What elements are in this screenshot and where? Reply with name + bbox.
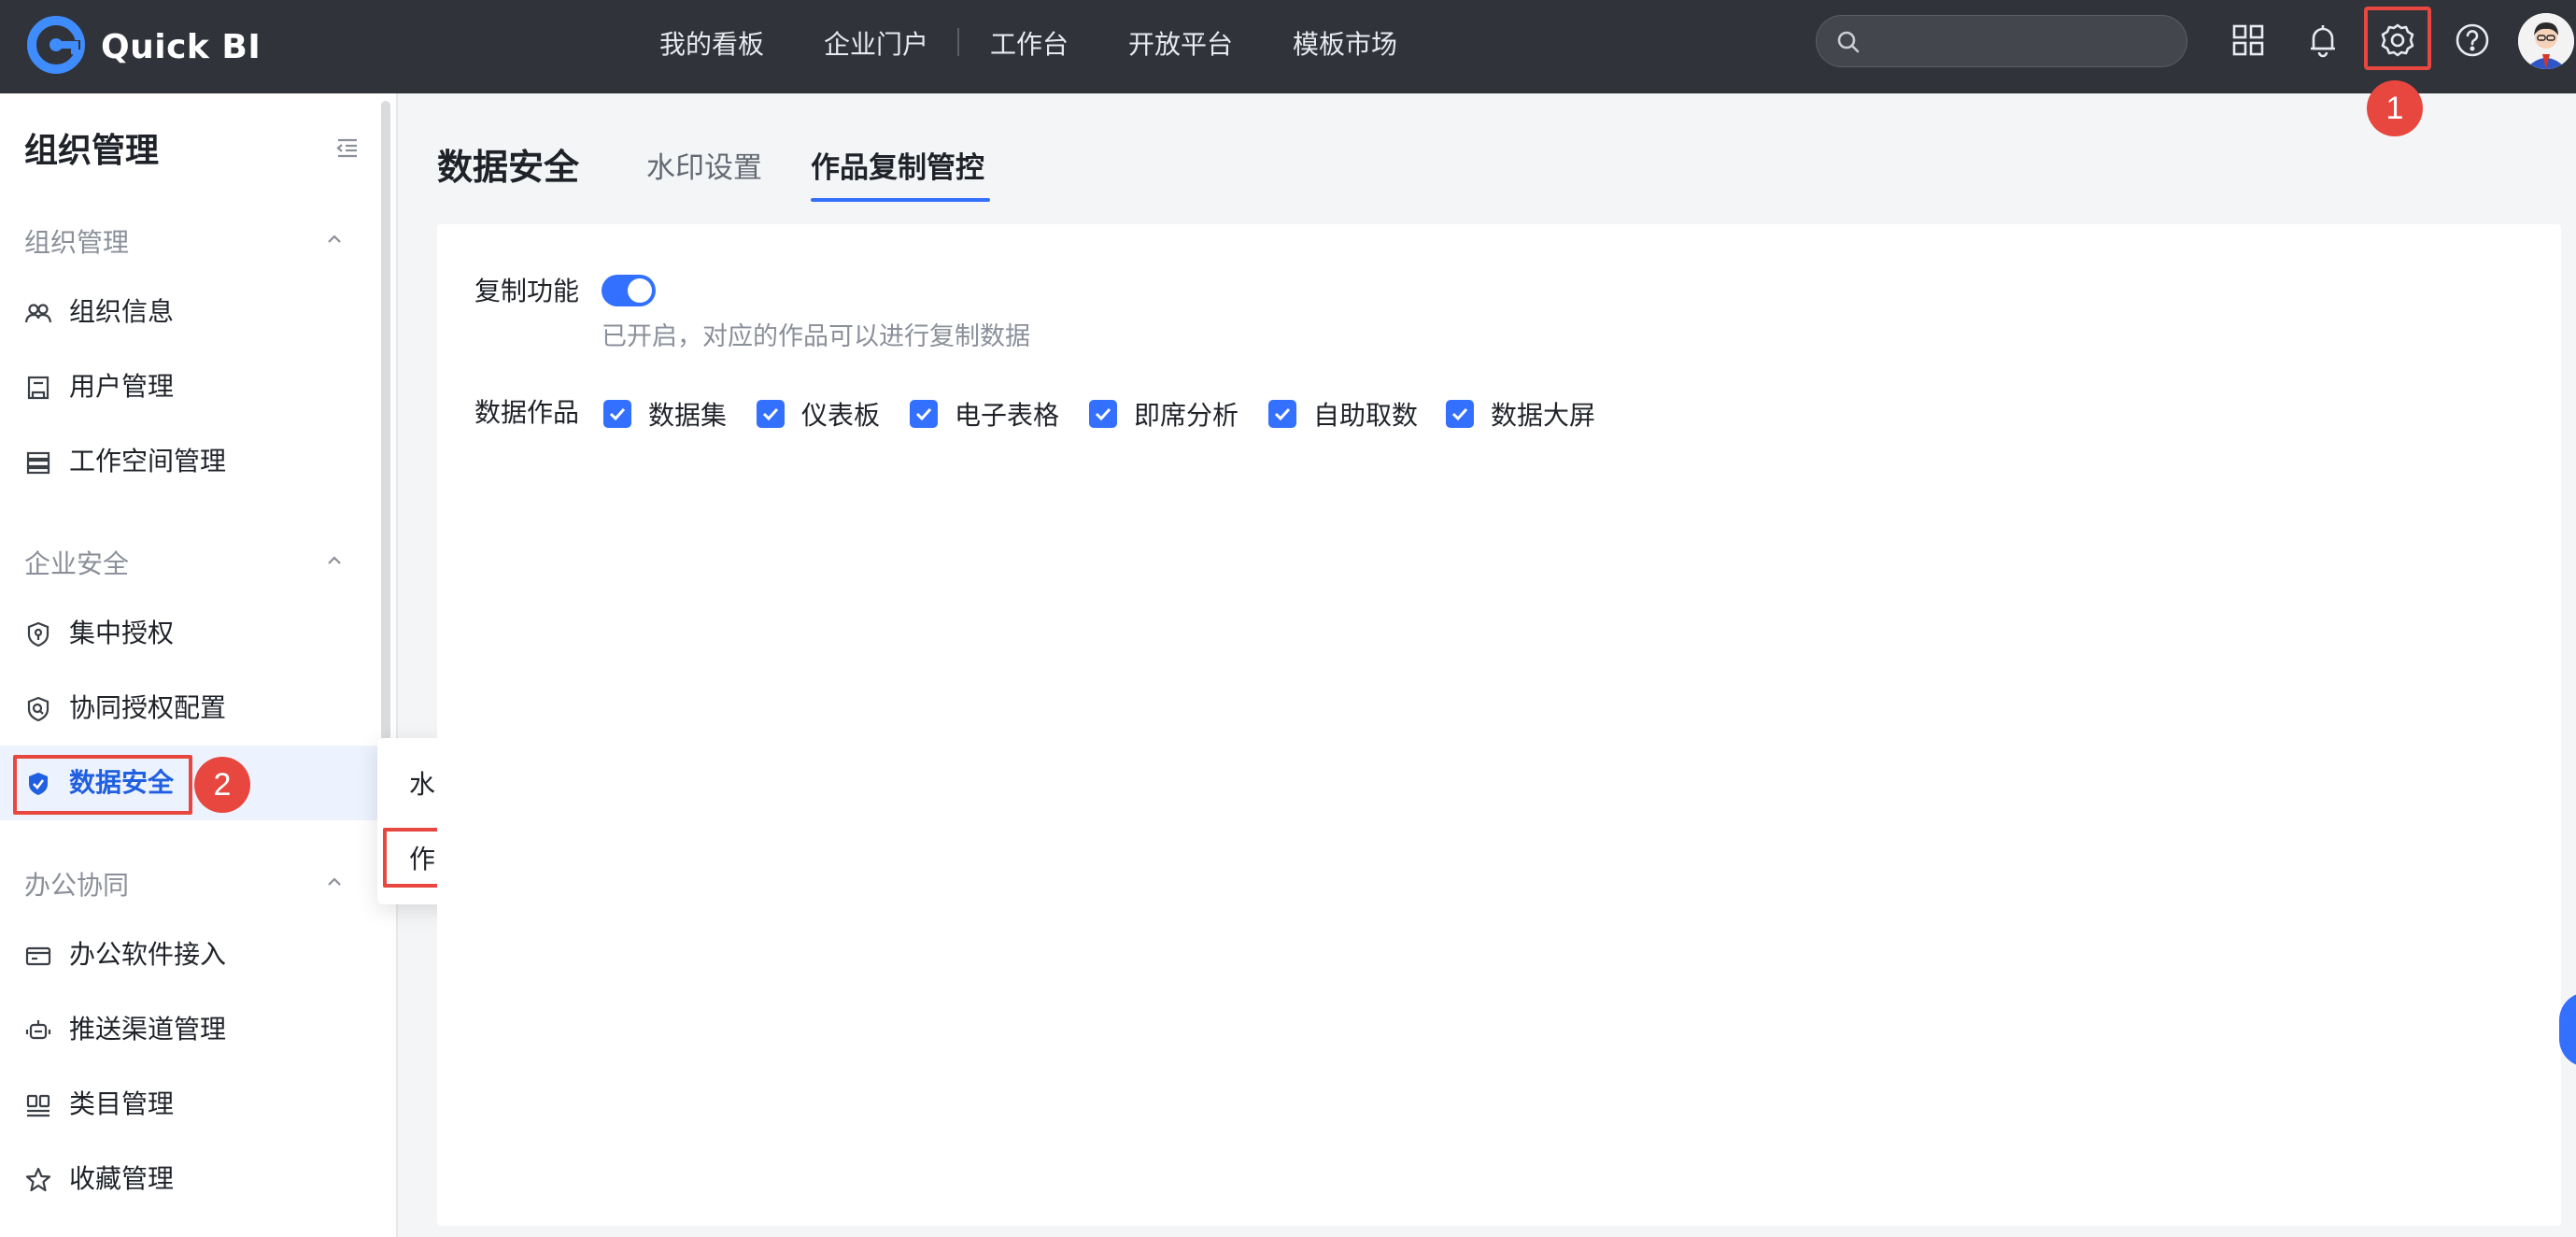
checkbox-label: 即席分析 [1134,400,1239,431]
sidebar: 组织管理 组织管理 组织信息 用户管理 工作空间管理 企业安全 集中授权 协同授… [0,93,398,1237]
top-bar: Quick BI 我的看板 企业门户 工作台 开放平台 模板市场 [0,0,2576,93]
copy-feature-label: 复制功能 [474,276,580,306]
quick-bi-logo-icon [24,13,88,80]
apps-grid-icon[interactable] [2225,17,2272,64]
checkbox-label: 仪表板 [801,400,881,431]
step-badge-2: 2 [194,757,250,813]
tab-copy-control[interactable]: 作品复制管控 [811,144,984,186]
sidebar-item-office-software[interactable]: 办公软件接入 [0,917,381,992]
checkbox-checked-icon [757,400,785,428]
nav-my-boards[interactable]: 我的看板 [659,24,764,65]
sidebar-item-central-auth[interactable]: 集中授权 [0,596,381,671]
nav-open-platform[interactable]: 开放平台 [1128,24,1233,65]
checkbox-dashboard[interactable]: 仪表板 [757,396,880,432]
checkbox-self-service-fetch[interactable]: 自助取数 [1268,396,1418,432]
copy-feature-toggle[interactable] [602,275,656,306]
push-channel-icon [24,1017,52,1045]
search-input[interactable] [1816,15,2187,67]
copy-feature-hint: 已开启，对应的作品可以进行复制数据 [602,322,1030,351]
collapse-sidebar-icon[interactable] [334,135,361,161]
data-security-highlight-box [13,755,192,815]
sidebar-title: 组织管理 [24,132,160,170]
checkbox-checked-icon [1268,400,1296,428]
checkbox-checked-icon [603,400,631,428]
checkbox-label: 自助取数 [1313,400,1419,431]
checkbox-label: 数据大屏 [1491,400,1596,431]
checkbox-dataset[interactable]: 数据集 [603,396,727,432]
sidebar-item-org-info[interactable]: 组织信息 [0,275,381,349]
nav-workbench[interactable]: 工作台 [990,24,1069,65]
data-works-label: 数据作品 [474,397,580,428]
workspace-icon [24,448,52,476]
sidebar-item-category[interactable]: 类目管理 [0,1067,381,1142]
step-badge-1: 1 [2367,80,2423,136]
sidebar-item-favorites[interactable]: 收藏管理 [0,1142,381,1216]
tab-watermark[interactable]: 水印设置 [646,144,762,186]
organization-icon [24,299,52,327]
chevron-up-icon[interactable] [321,869,347,895]
sidebar-group-office-collab[interactable]: 办公协同 [24,865,129,903]
user-card-icon [24,374,52,402]
toggle-knob [628,278,652,303]
app-logo[interactable]: Quick BI [24,13,261,80]
office-card-icon [24,942,52,970]
sidebar-item-workspace-management[interactable]: 工作空间管理 [0,424,381,499]
sidebar-item-collab-auth[interactable]: 协同授权配置 [0,671,381,746]
bell-icon[interactable] [2300,17,2346,64]
app-name: Quick BI [101,27,262,66]
sidebar-item-push-channel[interactable]: 推送渠道管理 [0,992,381,1067]
sidebar-item-user-management[interactable]: 用户管理 [0,349,381,424]
category-icon [24,1091,52,1119]
floating-assistant-button[interactable] [2559,992,2576,1067]
copy-control-panel [437,224,2561,1226]
sidebar-item-label: 协同授权配置 [69,692,227,723]
sidebar-item-label: 办公软件接入 [69,939,227,970]
checkbox-ad-hoc-analysis[interactable]: 即席分析 [1089,396,1238,432]
avatar[interactable] [2518,13,2574,69]
help-icon[interactable] [2449,17,2496,64]
nav-template-market[interactable]: 模板市场 [1293,24,1397,65]
nav-divider [957,28,959,56]
checkbox-data-screen[interactable]: 数据大屏 [1446,396,1595,432]
checkbox-checked-icon [910,400,938,428]
sidebar-item-label: 工作空间管理 [69,446,227,476]
shield-search-icon [24,695,52,723]
shield-key-icon [24,620,52,648]
sidebar-item-label: 收藏管理 [69,1163,175,1194]
sidebar-item-label: 类目管理 [69,1088,175,1119]
gear-highlight-box [2364,7,2431,70]
sidebar-item-label: 组织信息 [69,296,175,327]
checkbox-checked-icon [1089,400,1117,428]
checkbox-checked-icon [1446,400,1474,428]
sidebar-scrollbar[interactable] [381,101,390,755]
sidebar-group-org[interactable]: 组织管理 [24,222,129,260]
star-icon [24,1166,52,1194]
sidebar-group-enterprise-security[interactable]: 企业安全 [24,544,129,581]
chevron-up-icon[interactable] [321,226,347,252]
checkbox-label: 数据集 [648,400,728,431]
sidebar-item-label: 用户管理 [69,371,175,402]
page-title: 数据安全 [437,147,580,188]
sidebar-item-label: 推送渠道管理 [69,1014,227,1045]
sidebar-item-label: 集中授权 [69,618,175,648]
checkbox-label: 电子表格 [955,400,1060,431]
active-tab-indicator [811,198,990,202]
nav-enterprise-portal[interactable]: 企业门户 [824,24,928,65]
chevron-up-icon[interactable] [321,547,347,574]
checkbox-spreadsheet[interactable]: 电子表格 [910,396,1059,432]
